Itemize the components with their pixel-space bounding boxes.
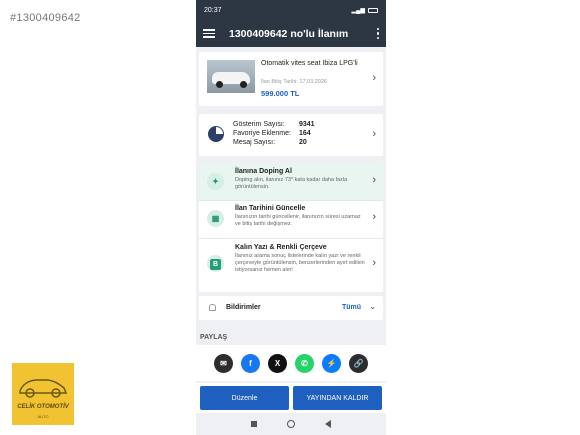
whatsapp-icon[interactable]: ✆ <box>295 353 314 373</box>
notifications-filter[interactable]: Tümü <box>342 304 361 311</box>
promo-desc: İlanınız arama sonuç listelerinde kalın … <box>235 253 365 273</box>
favorites-label: Favoriye Eklenme: <box>233 130 291 137</box>
promo-update-date[interactable]: ▦ İlan Tarihini Güncelle İlanınızın tari… <box>199 201 383 237</box>
listing-title: Otomatik vites seat Ibiza LPG'li <box>261 60 358 67</box>
status-time: 20:37 <box>204 6 222 14</box>
facebook-icon[interactable]: f <box>241 353 260 373</box>
calendar-icon: ▦ <box>207 210 224 227</box>
status-bar: 20:37 ▂▄▆ <box>196 0 386 20</box>
messenger-icon[interactable]: ⚡ <box>322 353 341 373</box>
email-icon[interactable]: ✉ <box>214 353 233 373</box>
action-bar: Düzenle YAYINDAN KALDIR <box>196 383 386 413</box>
share-buttons: ✉ f X ✆ ⚡ 🔗 <box>196 345 386 381</box>
chevron-right-icon: › <box>372 128 376 140</box>
dealer-logo: CELİK OTOMOTİV AUTO <box>12 363 74 425</box>
bell-icon <box>209 304 216 311</box>
home-icon[interactable] <box>287 420 295 428</box>
promo-title: Kalın Yazı & Renkli Çerçeve <box>235 244 327 251</box>
messages-value: 20 <box>299 139 307 146</box>
bold-text-icon: B <box>207 255 224 272</box>
messages-label: Mesaj Sayısı: <box>233 139 276 146</box>
promo-title: İlan Tarihini Güncelle <box>235 205 306 212</box>
promo-card: ✦ İlanına Doping Al Doping alın, ilanını… <box>199 164 383 292</box>
share-label: PAYLAŞ <box>200 334 228 341</box>
more-options-icon[interactable] <box>376 27 379 40</box>
listing-end-date: İlan Bitiş Tarihi: 17.03.2026 <box>261 79 327 85</box>
link-icon[interactable]: 🔗 <box>349 353 368 373</box>
listing-thumbnail <box>207 60 255 93</box>
notifications-label: Bildirimler <box>226 304 261 311</box>
logo-sub: AUTO <box>37 414 49 419</box>
back-icon[interactable] <box>325 420 331 428</box>
promo-title: İlanına Doping Al <box>235 168 292 175</box>
phone-screen: 20:37 ▂▄▆ 1300409642 no'lu İlanım Otomat… <box>196 0 386 435</box>
favorites-value: 164 <box>299 130 311 137</box>
promo-bold-frame[interactable]: B Kalın Yazı & Renkli Çerçeve İlanınız a… <box>199 240 383 290</box>
promo-doping[interactable]: ✦ İlanına Doping Al Doping alın, ilanını… <box>199 164 383 200</box>
car-logo-icon <box>19 379 68 398</box>
edit-button[interactable]: Düzenle <box>200 386 289 410</box>
chevron-right-icon: › <box>372 211 376 223</box>
menu-icon[interactable] <box>203 29 215 38</box>
x-icon[interactable]: X <box>268 353 287 373</box>
notifications-row[interactable]: Bildirimler Tümü ⌄ <box>199 296 383 320</box>
recents-icon[interactable] <box>251 421 257 427</box>
listing-price: 599.000 TL <box>261 89 300 98</box>
promo-desc: Doping alın, ilanınız 73* kata kadar dah… <box>235 177 348 190</box>
listing-card[interactable]: Otomatik vites seat Ibiza LPG'li İlan Bi… <box>199 52 383 106</box>
unpublish-button[interactable]: YAYINDAN KALDIR <box>293 386 382 410</box>
views-value: 9341 <box>299 121 315 128</box>
stats-card[interactable]: Gösterim Sayısı: 9341 Favoriye Eklenme: … <box>199 114 383 156</box>
battery-icon <box>368 7 378 13</box>
promo-desc: İlanınızın tarihi güncellenir, ilanınızı… <box>235 214 361 227</box>
signal-icon: ▂▄▆ <box>351 7 365 14</box>
chevron-right-icon: › <box>372 257 376 269</box>
system-nav-bar <box>196 413 386 435</box>
chevron-right-icon: › <box>372 174 376 186</box>
page-title: 1300409642 no'lu İlanım <box>229 27 349 40</box>
chevron-right-icon: › <box>372 72 376 84</box>
views-label: Gösterim Sayısı: <box>233 121 285 128</box>
app-bar: 1300409642 no'lu İlanım <box>196 20 386 47</box>
watermark-text: #1300409642 <box>10 12 81 24</box>
rocket-icon: ✦ <box>207 173 224 190</box>
pie-chart-icon <box>208 126 224 142</box>
chevron-down-icon[interactable]: ⌄ <box>369 302 376 311</box>
logo-name: CELİK OTOMOTİV <box>17 404 69 410</box>
